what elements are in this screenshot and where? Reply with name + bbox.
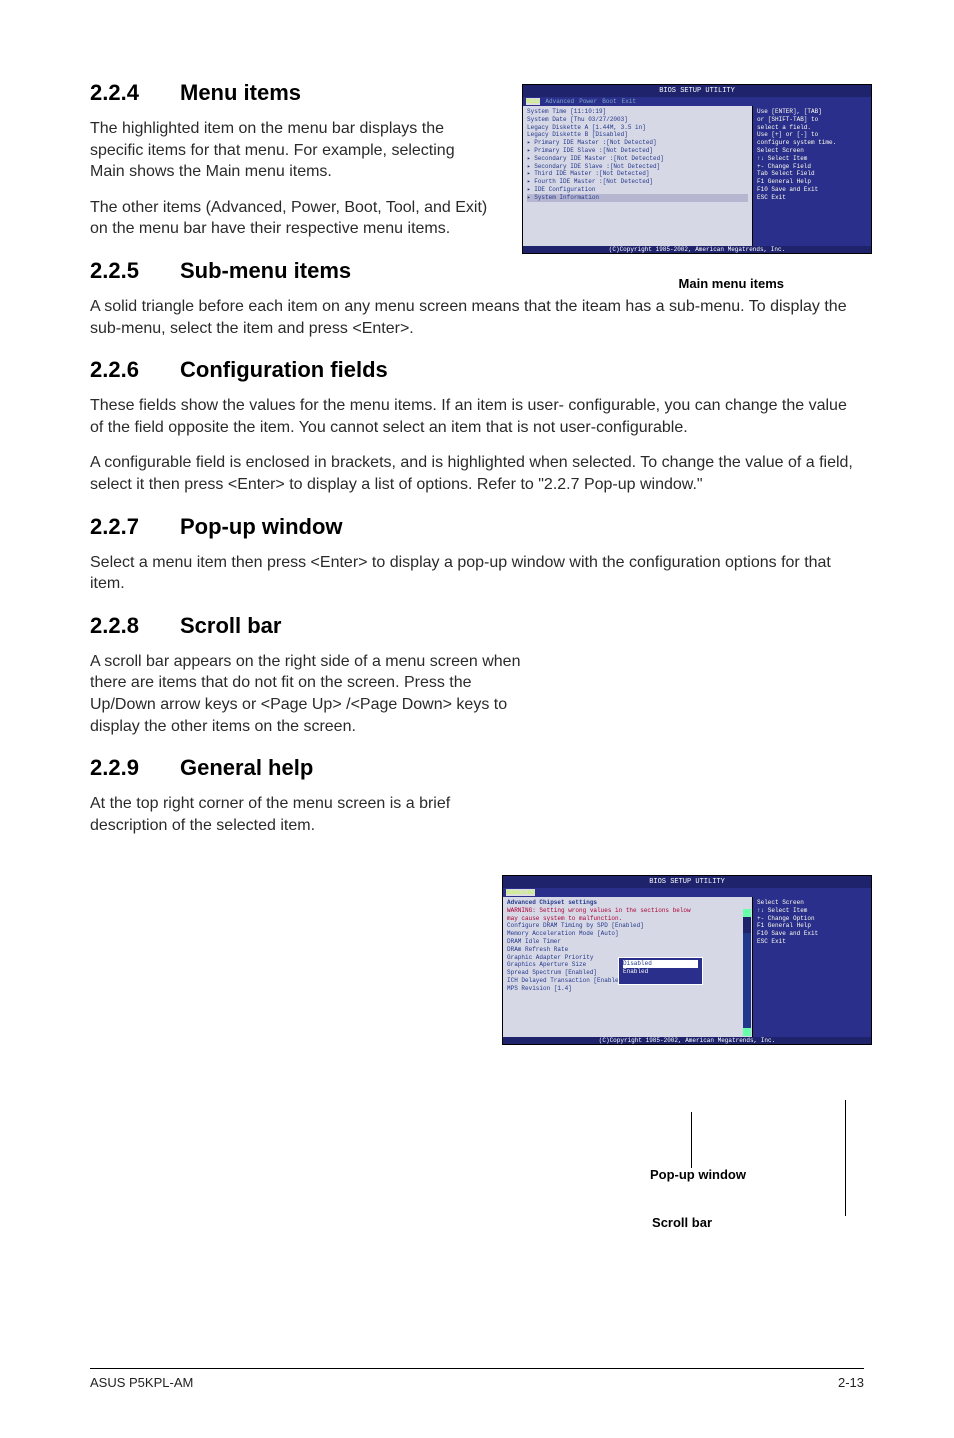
footer-left: ASUS P5KPL-AM [90,1375,193,1390]
para-226-1: These fields show the values for the men… [90,395,864,438]
para-224-1: The highlighted item on the menu bar dis… [90,118,490,183]
para-225-1: A solid triangle before each item on any… [90,296,864,339]
heading-228: 2.2.8Scroll bar [90,613,864,639]
page-footer: ASUS P5KPL-AM 2-13 [90,1368,864,1390]
heading-229: 2.2.9General help [90,755,864,781]
para-224-2: The other items (Advanced, Power, Boot, … [90,197,490,240]
bios-figure-main: BIOS SETUP UTILITY MainAdvancedPowerBoot… [522,84,872,254]
pointer-line-scrollbar [845,1100,846,1216]
bios-help-panel: Use [ENTER], [TAB] or [SHIFT-TAB] to sel… [753,106,871,246]
popup-window: Disabled Enabled [618,957,703,985]
heading-227: 2.2.7Pop-up window [90,514,864,540]
caption-popup: Pop-up window [650,1167,746,1182]
bios-adv-panel: Advanced Chipset settings WARNING: Setti… [503,897,753,1037]
heading-226: 2.2.6Configuration fields [90,357,864,383]
para-228-2: Up/Down arrow keys or <Page Up> /<Page D… [90,694,530,737]
para-227-1: Select a menu item then press <Enter> to… [90,552,864,595]
bios-main-panel: System Time [11:10:19] System Date [Thu … [523,106,753,246]
bios-help-panel-2: Select Screen ↑↓ Select Item +- Change O… [753,897,871,1037]
bios-figure-popup: BIOS SETUP UTILITY Advanced Advanced Chi… [502,875,872,1045]
para-228-1: A scroll bar appears on the right side o… [90,651,530,694]
footer-right: 2-13 [838,1375,864,1390]
para-229-1: At the top right corner of the menu scre… [90,793,530,836]
caption-main-menu: Main menu items [679,276,784,291]
pointer-line-popup [691,1112,692,1168]
bios-menu-bar-2: Advanced [503,888,871,897]
caption-scrollbar: Scroll bar [652,1215,712,1230]
scrollbar-widget [743,909,751,1036]
bios-menu-bar: MainAdvancedPowerBootExit [523,97,871,106]
para-226-2: A configurable field is enclosed in brac… [90,452,864,495]
